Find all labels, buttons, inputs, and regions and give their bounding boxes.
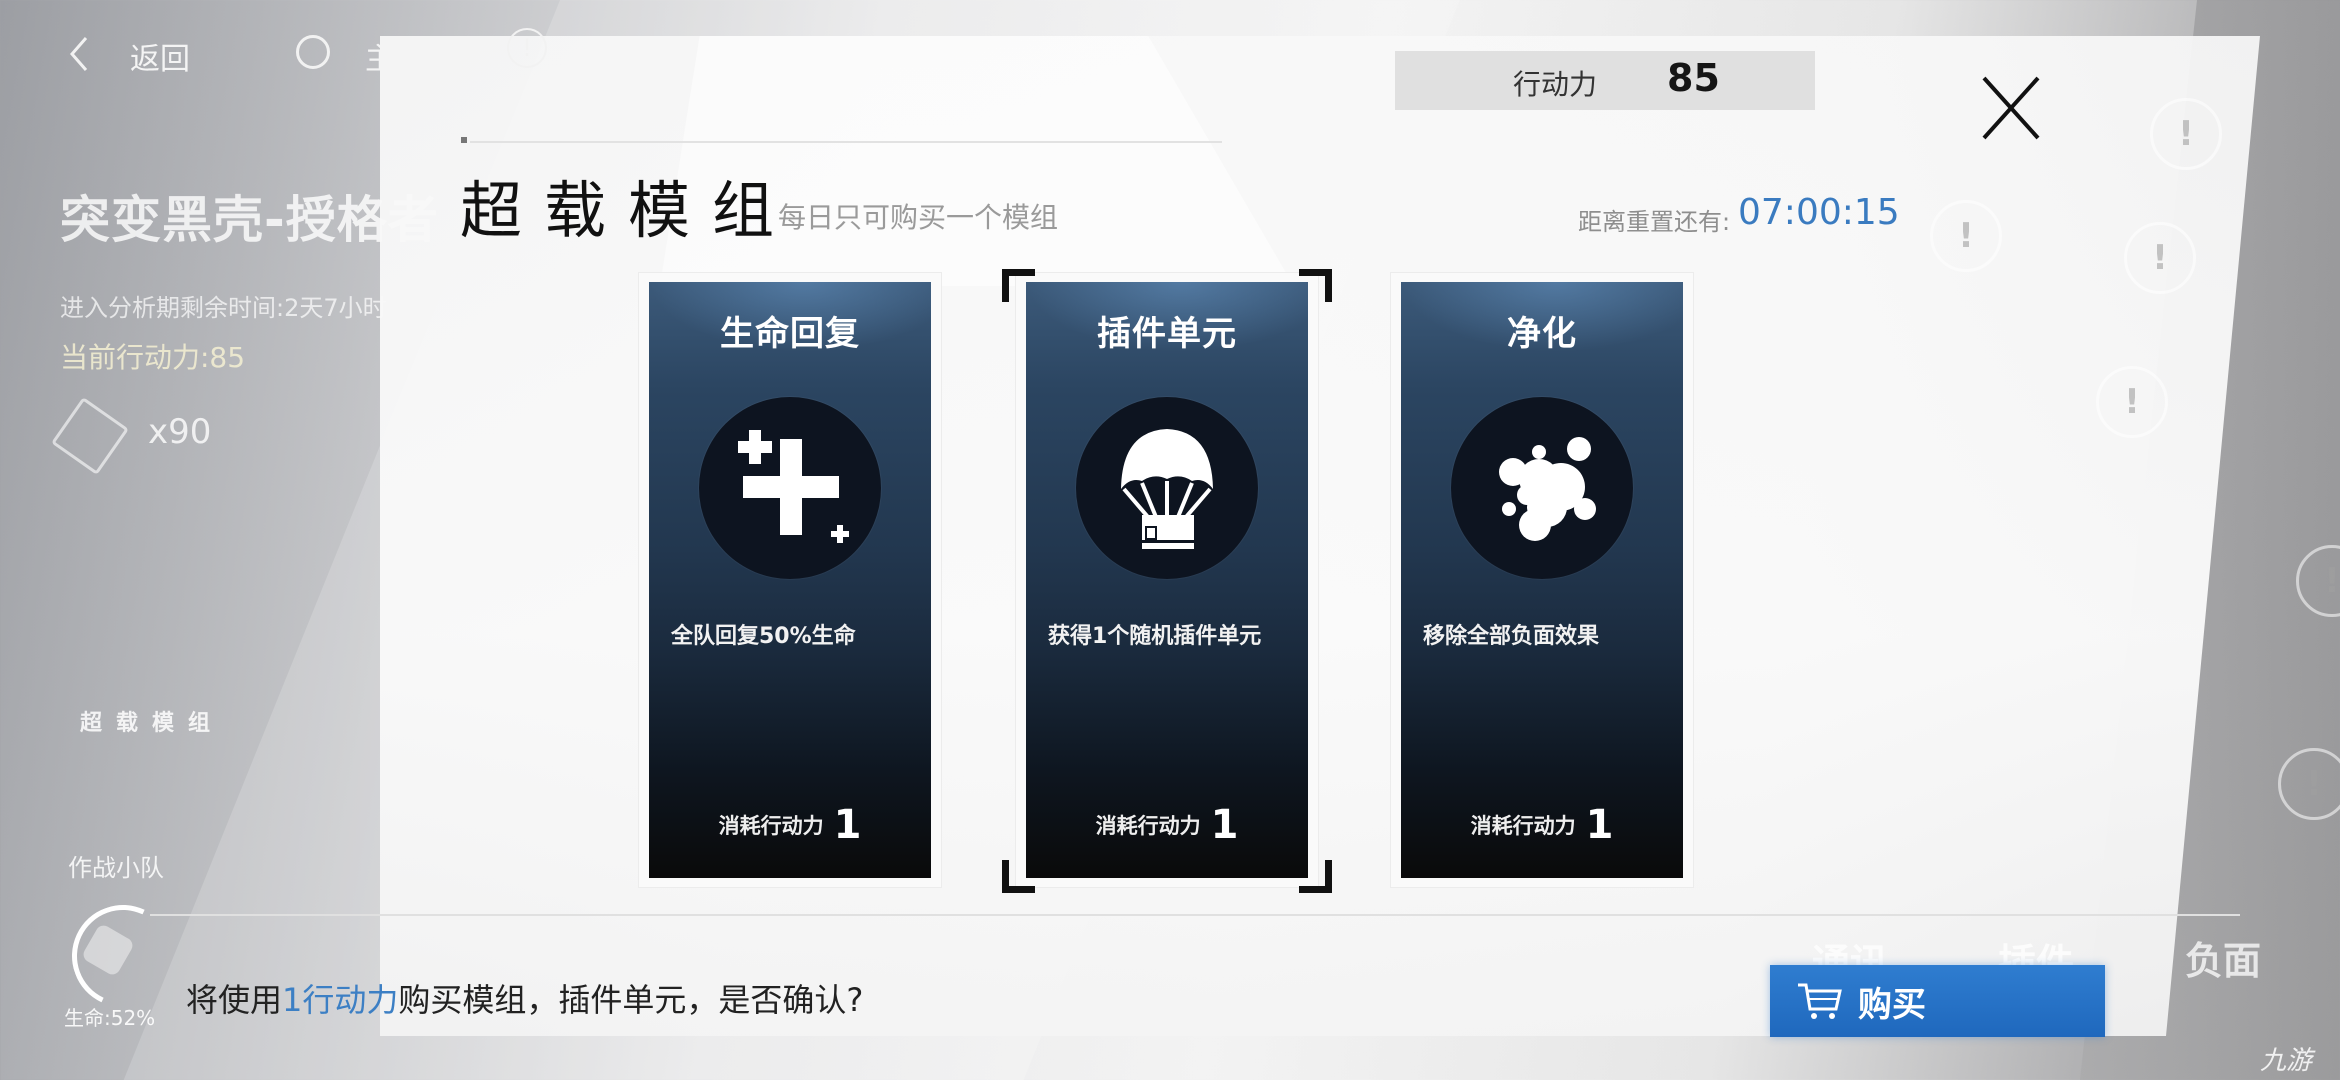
back-label: 返回	[130, 42, 190, 77]
module-card-purify[interactable]: 净化 移除全部负面效果 消耗行动力 1	[1390, 272, 1694, 888]
buy-label: 购买	[1858, 985, 1926, 1024]
alert-glyph: !	[2152, 238, 2168, 278]
background-item-count: x90	[148, 412, 212, 452]
confirm-divider	[150, 914, 2240, 916]
card-cost-label: 消耗行动力	[1095, 814, 1201, 838]
card-description: 获得1个随机插件单元	[1048, 624, 1262, 649]
background-hp-label: 生命:52%	[64, 1006, 156, 1030]
card-description: 移除全部负面效果	[1423, 624, 1600, 649]
chevron-left-icon	[70, 37, 88, 71]
alert-glyph: !	[1958, 216, 1974, 256]
chip-item-icon	[51, 397, 129, 475]
background-analysis-time: 进入分析期剩余时间:2天7小时	[60, 294, 387, 322]
alert-glyph: !	[2124, 382, 2140, 422]
card-cost-value: 1	[1210, 802, 1239, 848]
background-squad-label: 作战小队	[68, 854, 164, 882]
purify-bubbles-icon	[1499, 437, 1596, 541]
selection-bracket-top-right	[1299, 269, 1332, 302]
reset-countdown-time: 07:00:15	[1738, 192, 1900, 233]
alert-icon: !	[2096, 366, 2168, 438]
module-card-plugin[interactable]: 插件单元 获得1个随机插件单元 消耗行动力 1	[1002, 269, 1332, 893]
action-points-label: 行动力	[1513, 68, 1598, 101]
close-icon	[1982, 76, 2040, 140]
card-cost-value: 1	[833, 802, 862, 848]
home-label: 主界面	[365, 42, 455, 77]
card-icon-badge	[1076, 397, 1258, 579]
card-icon-badge	[1451, 397, 1633, 579]
card-body: 插件单元 获得1个随机插件单元 消耗行动力 1	[1026, 282, 1308, 878]
confirm-prefix: 将使用	[186, 981, 283, 1019]
parachute-supply-icon	[1121, 429, 1213, 549]
confirm-suffix: 购买模组，插件单元，是否确认?	[398, 981, 864, 1019]
alert-glyph: !	[2324, 561, 2340, 601]
alert-glyph: !	[2178, 114, 2194, 154]
background-tab-negative: 负面	[2185, 939, 2262, 983]
card-cost-label: 消耗行动力	[718, 814, 824, 838]
page-title: 超载模组	[460, 174, 797, 247]
selection-bracket-top-left	[1002, 269, 1035, 302]
card-cost: 消耗行动力 1	[1401, 802, 1683, 848]
selection-bracket-bottom-right	[1299, 860, 1332, 893]
info-alert-button[interactable]: !	[507, 28, 547, 68]
background-overload-label: 超载模组	[80, 711, 225, 736]
buy-button[interactable]: 购买	[1770, 965, 2105, 1037]
action-points-value: 85	[1667, 56, 1720, 100]
home-button[interactable]: 主界面	[290, 28, 480, 80]
alert-icon: !	[1930, 200, 2002, 272]
card-cost-value: 1	[1585, 802, 1614, 848]
back-button[interactable]: 返回	[60, 28, 200, 80]
watermark-logo: 九游	[2260, 1046, 2313, 1076]
card-title: 净化	[1507, 314, 1577, 354]
alert-glyph: !	[2306, 764, 2322, 804]
card-body: 净化 移除全部负面效果 消耗行动力 1	[1401, 282, 1683, 878]
card-cost: 消耗行动力 1	[1026, 802, 1308, 848]
background-current-ap: 当前行动力:85	[60, 341, 246, 374]
page-subtitle: 每日只可购买一个模组	[778, 201, 1059, 234]
card-cost: 消耗行动力 1	[649, 802, 931, 848]
card-body: 生命回复 全队回复50%生命 消耗行动力 1	[649, 282, 931, 878]
module-card-health[interactable]: 生命回复 全队回复50%生命 消耗行动力 1	[638, 272, 942, 888]
selection-bracket-bottom-left	[1002, 860, 1035, 893]
alert-icon: !	[522, 34, 532, 62]
alert-icon: !	[2278, 748, 2340, 820]
card-title: 插件单元	[1097, 314, 1237, 354]
cart-icon	[1798, 983, 1842, 1019]
confirm-cost-highlight: 1行动力	[282, 981, 399, 1019]
alert-icon: !	[2150, 98, 2222, 170]
card-icon-badge	[699, 397, 881, 579]
home-circle-icon	[296, 35, 330, 69]
title-divider	[470, 141, 1222, 143]
reset-countdown-label: 距离重置还有:	[1578, 208, 1731, 236]
close-button[interactable]	[1972, 70, 2052, 150]
confirm-message: 将使用1行动力购买模组，插件单元，是否确认?	[186, 975, 863, 1021]
action-points-box	[1395, 51, 1815, 110]
card-cost-label: 消耗行动力	[1470, 814, 1576, 838]
card-description: 全队回复50%生命	[671, 624, 856, 649]
health-plus-icon	[738, 430, 849, 543]
title-marker	[461, 137, 467, 143]
alert-icon: !	[2124, 222, 2196, 294]
card-title: 生命回复	[720, 314, 860, 354]
